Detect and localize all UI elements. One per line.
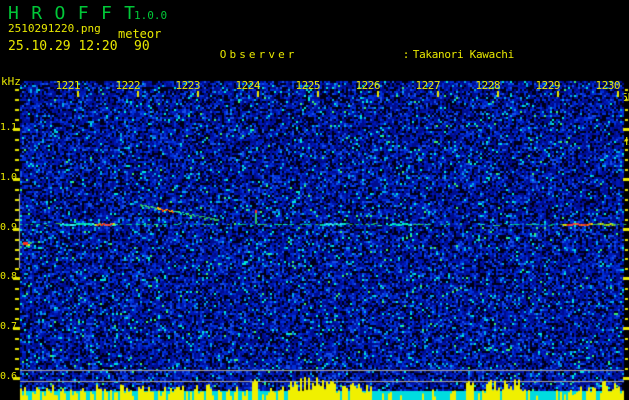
hrofft-window: HROFFT 1.0.0 2510291220.png meteor 25.10… bbox=[0, 0, 629, 400]
info-row-observer: Observer: Takanori Kawachi bbox=[180, 34, 629, 61]
app-title: HROFFT bbox=[8, 3, 148, 24]
y-axis-label: 0.8 bbox=[0, 271, 17, 282]
info-value: Takanori Kawachi bbox=[412, 48, 514, 62]
y-axis-unit-label: kHz bbox=[1, 75, 21, 88]
spectrogram-canvas bbox=[0, 75, 629, 400]
y-axis-label: 1.1 bbox=[0, 122, 17, 133]
x-axis-label: 1228 bbox=[475, 79, 501, 92]
output-filename: 2510291220.png bbox=[8, 22, 101, 35]
info-label: Observer bbox=[219, 48, 298, 62]
app-version: 1.0.0 bbox=[134, 9, 168, 22]
x-axis-label: 1230 bbox=[595, 79, 621, 92]
x-axis-label: 1221 bbox=[55, 79, 81, 92]
info-separator: : bbox=[402, 48, 410, 62]
x-axis-label: 1223 bbox=[175, 79, 201, 92]
x-axis-label: 1224 bbox=[235, 79, 261, 92]
y-axis-label: 0.9 bbox=[0, 222, 17, 233]
observation-datetime: 25.10.29 12:20 bbox=[8, 39, 118, 54]
y-axis-label: 0.6 bbox=[0, 371, 17, 382]
x-axis-label: 1225 bbox=[295, 79, 321, 92]
x-axis-label: 1227 bbox=[415, 79, 441, 92]
x-axis-label: 1222 bbox=[115, 79, 141, 92]
y-axis-label: 0.7 bbox=[0, 321, 17, 332]
x-axis-label: 1226 bbox=[355, 79, 381, 92]
y-axis-label: 1.0 bbox=[0, 172, 17, 183]
echo-count: 90 bbox=[134, 39, 150, 54]
x-axis-label: 1229 bbox=[535, 79, 561, 92]
